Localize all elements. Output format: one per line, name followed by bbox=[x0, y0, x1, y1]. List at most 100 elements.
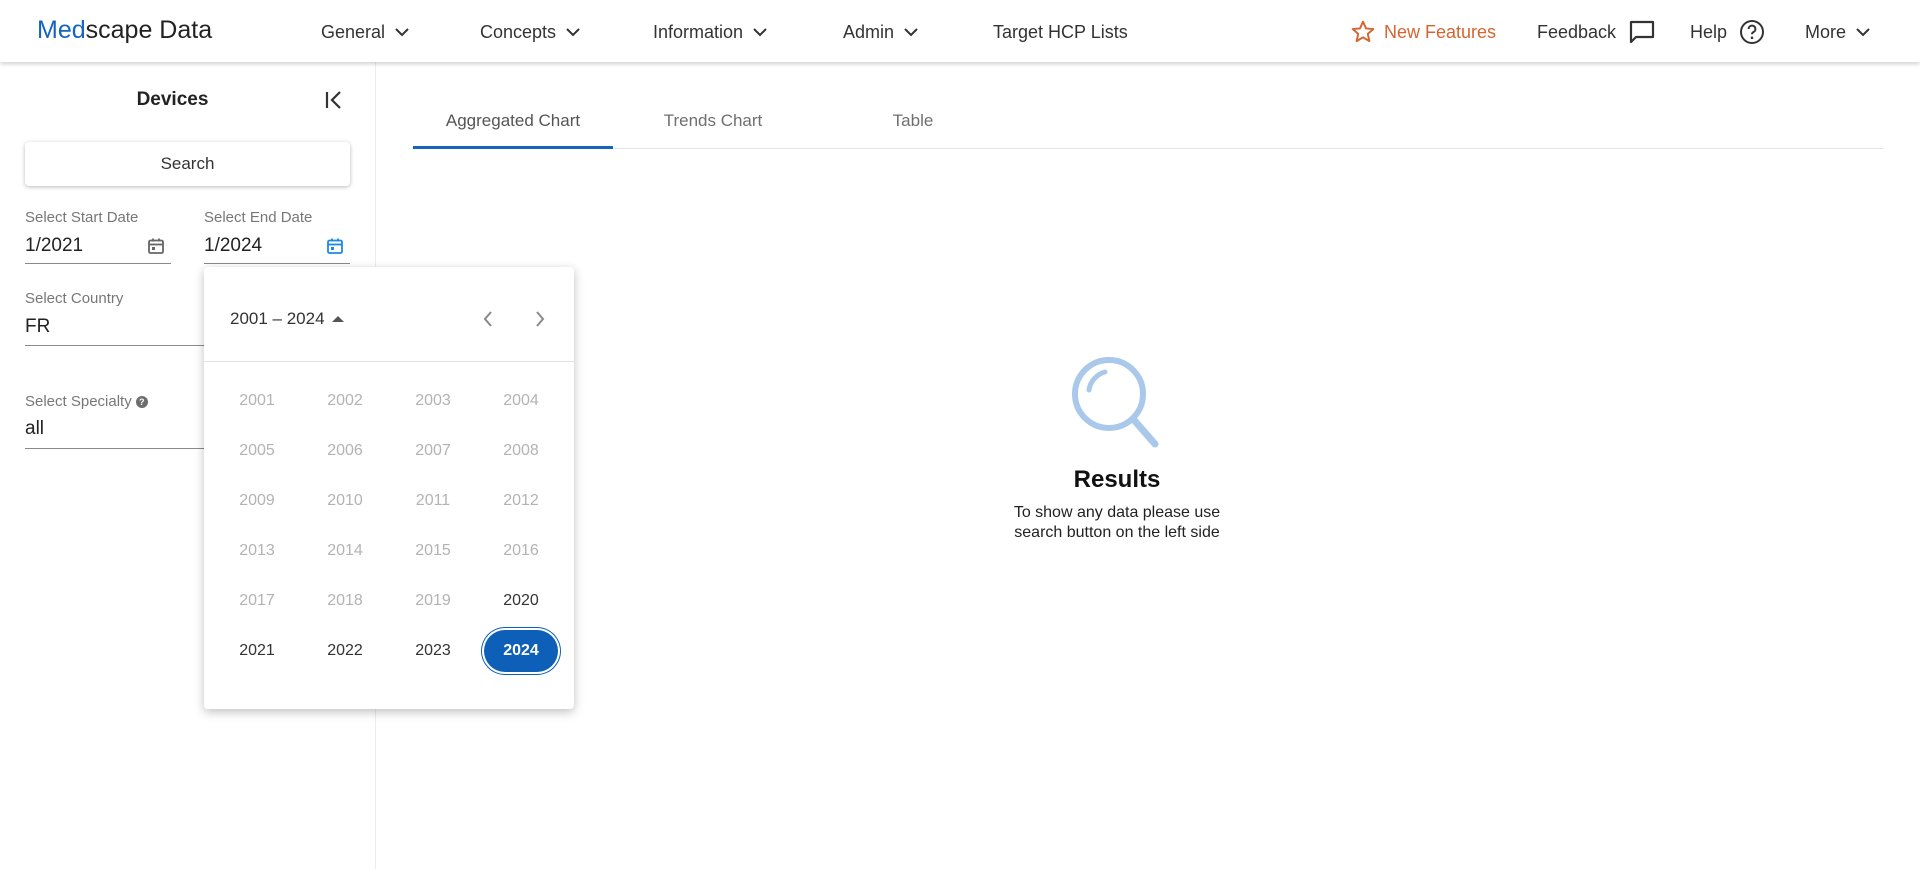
year-range-label: 2001 – 2024 bbox=[230, 309, 325, 328]
year-option-2006: 2006 bbox=[301, 426, 389, 476]
year-option-2019: 2019 bbox=[389, 576, 477, 626]
nav-information[interactable]: Information bbox=[653, 20, 768, 44]
active-tab-indicator bbox=[413, 146, 613, 149]
year-option-label: 2008 bbox=[503, 442, 539, 459]
end-date-input[interactable]: 1/2024 bbox=[204, 235, 262, 257]
year-option-2009: 2009 bbox=[213, 476, 301, 526]
year-option-label: 2011 bbox=[415, 492, 451, 509]
results-message: To show any data please use search butto… bbox=[960, 503, 1274, 543]
chevron-down-icon bbox=[753, 28, 767, 37]
end-date-calendar-button[interactable] bbox=[326, 237, 344, 255]
nav-admin[interactable]: Admin bbox=[843, 20, 919, 44]
nav-target-hcp-label: Target HCP Lists bbox=[993, 21, 1128, 42]
year-option-2014: 2014 bbox=[301, 526, 389, 576]
year-option-label: 2013 bbox=[239, 542, 275, 559]
nav-target-hcp-lists[interactable]: Target HCP Lists bbox=[993, 20, 1128, 44]
chevron-down-icon bbox=[395, 28, 409, 37]
year-option-label: 2015 bbox=[415, 542, 451, 559]
new-features-label: New Features bbox=[1384, 21, 1497, 42]
question-mark-icon[interactable]: ? bbox=[135, 396, 148, 408]
year-option-label: 2012 bbox=[503, 492, 539, 509]
calendar-icon bbox=[148, 238, 164, 254]
year-option-2020[interactable]: 2020 bbox=[477, 576, 565, 626]
year-option-label: 2005 bbox=[239, 442, 275, 459]
chat-bubble-icon bbox=[1629, 20, 1655, 44]
view-tabs: Aggregated Chart Trends Chart Table bbox=[413, 94, 1883, 149]
year-option-label: 2009 bbox=[239, 492, 275, 509]
end-date-underline bbox=[204, 263, 350, 264]
year-option-2018: 2018 bbox=[301, 576, 389, 626]
empty-results-placeholder: Results To show any data please use sear… bbox=[960, 356, 1274, 543]
year-option-label: 2006 bbox=[327, 442, 363, 459]
tab-table[interactable]: Table bbox=[813, 94, 1013, 148]
results-message-line-1: To show any data please use bbox=[1013, 504, 1221, 521]
year-option-label: 2021 bbox=[239, 642, 275, 659]
year-option-2024[interactable]: 2024 bbox=[477, 626, 565, 676]
new-features-link[interactable]: New Features bbox=[1350, 20, 1496, 44]
year-option-label: 2001 bbox=[239, 392, 275, 409]
year-option-2002: 2002 bbox=[301, 376, 389, 426]
specialty-label-text: Select Specialty bbox=[25, 393, 132, 410]
year-option-label: 2017 bbox=[239, 592, 275, 609]
collapse-left-icon bbox=[325, 91, 341, 109]
specialty-select[interactable]: all bbox=[25, 418, 44, 440]
logo-suffix: scape Data bbox=[85, 16, 213, 44]
help-button[interactable]: Help bbox=[1690, 20, 1765, 44]
year-option-label: 2003 bbox=[415, 392, 451, 409]
nav-information-label: Information bbox=[653, 21, 744, 42]
sidebar-title: Devices bbox=[136, 89, 209, 110]
year-option-2011: 2011 bbox=[389, 476, 477, 526]
feedback-label: Feedback bbox=[1537, 21, 1617, 42]
start-date-calendar-button[interactable] bbox=[147, 237, 165, 255]
year-option-2016: 2016 bbox=[477, 526, 565, 576]
caret-up-icon bbox=[331, 316, 344, 322]
year-option-2021[interactable]: 2021 bbox=[213, 626, 301, 676]
tab-aggregated-chart[interactable]: Aggregated Chart bbox=[413, 94, 613, 148]
next-years-button[interactable] bbox=[533, 309, 547, 329]
top-navigation-bar: Medscape Data General Concepts Informati… bbox=[0, 0, 1920, 62]
calendar-icon bbox=[327, 238, 343, 254]
logo-prefix: Med bbox=[37, 16, 86, 44]
year-option-2015: 2015 bbox=[389, 526, 477, 576]
year-option-2023[interactable]: 2023 bbox=[389, 626, 477, 676]
nav-more[interactable]: More bbox=[1805, 20, 1871, 44]
feedback-button[interactable]: Feedback bbox=[1537, 20, 1656, 44]
start-date-input[interactable]: 1/2021 bbox=[25, 235, 83, 257]
results-title: Results bbox=[1073, 466, 1161, 493]
year-option-2004: 2004 bbox=[477, 376, 565, 426]
year-option-2013: 2013 bbox=[213, 526, 301, 576]
year-option-label: 2014 bbox=[327, 542, 363, 559]
end-date-label: Select End Date bbox=[204, 209, 313, 226]
search-button[interactable]: Search bbox=[25, 142, 350, 186]
chevron-down-icon bbox=[566, 28, 580, 37]
nav-general[interactable]: General bbox=[321, 20, 410, 44]
chevron-down-icon bbox=[1856, 28, 1870, 37]
year-option-2022[interactable]: 2022 bbox=[301, 626, 389, 676]
specialty-label: Select Specialty? bbox=[25, 393, 148, 410]
country-label: Select Country bbox=[25, 290, 124, 307]
previous-years-button[interactable] bbox=[481, 309, 495, 329]
year-range-toggle[interactable]: 2001 – 2024 bbox=[230, 309, 344, 329]
app-logo[interactable]: Medscape Data bbox=[37, 15, 212, 45]
year-option-2003: 2003 bbox=[389, 376, 477, 426]
year-option-label: 2010 bbox=[327, 492, 363, 509]
start-date-underline bbox=[25, 263, 171, 264]
tab-trends-chart[interactable]: Trends Chart bbox=[613, 94, 813, 148]
year-option-2005: 2005 bbox=[213, 426, 301, 476]
collapse-sidebar-button[interactable] bbox=[322, 89, 348, 111]
nav-concepts[interactable]: Concepts bbox=[480, 20, 581, 44]
year-option-2007: 2007 bbox=[389, 426, 477, 476]
year-option-2008: 2008 bbox=[477, 426, 565, 476]
year-option-label: 2023 bbox=[415, 642, 451, 659]
nav-general-label: General bbox=[321, 21, 386, 42]
nav-more-label: More bbox=[1805, 21, 1847, 42]
chevron-right-icon bbox=[536, 311, 545, 327]
help-label: Help bbox=[1690, 21, 1728, 42]
year-option-2017: 2017 bbox=[213, 576, 301, 626]
year-option-2001: 2001 bbox=[213, 376, 301, 426]
country-select[interactable]: FR bbox=[25, 316, 50, 338]
year-option-label: 2016 bbox=[503, 542, 539, 559]
year-option-2010: 2010 bbox=[301, 476, 389, 526]
nav-admin-label: Admin bbox=[843, 21, 895, 42]
year-option-label: 2020 bbox=[503, 592, 539, 609]
